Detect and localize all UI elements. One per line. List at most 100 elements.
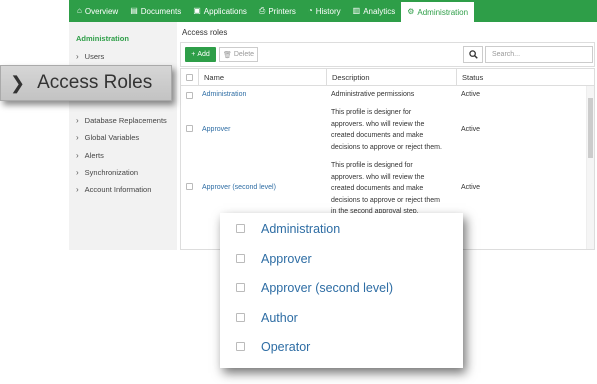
description-line: Administrative permissions (331, 91, 415, 98)
role-status: Active (461, 91, 481, 98)
search-input[interactable]: Search... (485, 46, 593, 63)
role-checkbox[interactable] (236, 342, 245, 351)
description-line: This profile is designed for (331, 162, 413, 169)
tab-label: Printers (268, 6, 296, 16)
tab-label: Overview (84, 6, 119, 16)
role-name-link[interactable]: Author (261, 311, 298, 325)
toolbar: + Add 🗑 Delete Search... (180, 42, 595, 67)
role-name-link[interactable]: Administration (261, 222, 340, 236)
sidebar-title: Administration (76, 34, 129, 43)
sidebar-item-label: Account Information (84, 185, 152, 194)
sidebar-item-label: Synchronization (84, 168, 139, 177)
sidebar-item-label: Database Replacements (84, 116, 167, 125)
access-roles-label-text: Access Roles (37, 72, 153, 93)
table-row[interactable]: Administration Administrative permission… (181, 91, 586, 107)
chevron-right-icon: ❯ (10, 72, 26, 93)
select-all-checkbox[interactable] (186, 73, 193, 81)
sidebar-item-alerts[interactable]: › Alerts (76, 151, 104, 160)
home-icon: ⌂ (77, 6, 82, 15)
column-header-description[interactable]: Description (327, 69, 457, 85)
role-checkbox[interactable] (236, 254, 245, 263)
role-checkbox[interactable] (236, 283, 245, 292)
role-name-link[interactable]: Operator (261, 340, 310, 354)
tab-label: Analytics (363, 6, 396, 16)
role-status: Active (461, 184, 481, 191)
tab-history[interactable]: ◔ History (302, 0, 347, 22)
tab-printers[interactable]: ⎙ Printers (253, 0, 302, 22)
analytics-icon: ▥ (352, 6, 361, 15)
description-line: created documents and make (331, 185, 424, 192)
tab-overview[interactable]: ⌂ Overview (71, 0, 124, 22)
tab-applications[interactable]: ▣ Applications (187, 0, 253, 22)
callout-list-item[interactable]: Operator (236, 340, 310, 354)
callout-list-item[interactable]: Approver (second level) (236, 281, 393, 295)
role-name-link[interactable]: Approver (202, 126, 230, 133)
chevron-right-icon: › (76, 168, 79, 177)
tab-label: History (315, 6, 341, 16)
role-description: Administrative permissions (331, 89, 414, 101)
tab-label: Applications (203, 6, 247, 16)
administration-icon: ⚙ (407, 7, 415, 16)
sidebar-item-users[interactable]: › Users (76, 52, 104, 61)
tab-label: Administration (417, 7, 469, 17)
scrollbar-thumb[interactable] (588, 98, 593, 158)
search-placeholder: Search... (492, 51, 521, 58)
top-navigation: ⌂ Overview ▤ Documents ▣ Applications ⎙ … (69, 0, 597, 22)
role-name-link[interactable]: Approver (second level) (261, 281, 393, 295)
tab-documents[interactable]: ▤ Documents (124, 0, 187, 22)
table-header: Name Description Status (181, 69, 594, 86)
role-name-link[interactable]: Approver (261, 252, 312, 266)
sidebar-item-synchronization[interactable]: › Synchronization (76, 168, 138, 177)
sidebar-item-database-replacements[interactable]: › Database Replacements (76, 116, 167, 125)
column-header-status[interactable]: Status (457, 69, 594, 85)
description-line: approvers. who will review the (331, 120, 425, 128)
chevron-right-icon: › (76, 116, 79, 125)
row-checkbox[interactable] (186, 183, 193, 190)
history-icon: ◔ (307, 6, 313, 15)
search-icon (468, 50, 478, 59)
add-button[interactable]: + Add (185, 47, 216, 62)
printers-icon: ⎙ (258, 6, 266, 15)
description-line: approvers. who will review the (331, 173, 425, 181)
role-checkbox[interactable] (236, 224, 245, 233)
role-name-link[interactable]: Approver (second level) (202, 184, 276, 191)
tab-analytics[interactable]: ▥ Analytics (347, 0, 402, 22)
chevron-right-icon: › (76, 133, 79, 142)
row-checkbox[interactable] (186, 92, 193, 99)
column-header-name[interactable]: Name (199, 69, 327, 85)
delete-button[interactable]: 🗑 Delete (219, 47, 258, 62)
add-button-label: Add (197, 51, 210, 58)
role-status: Active (461, 126, 481, 133)
trash-icon: 🗑 (222, 51, 232, 59)
delete-button-label: Delete (233, 51, 255, 58)
table-row[interactable]: Approver This profile is designer for ap… (181, 107, 586, 155)
sidebar-item-label: Users (84, 52, 105, 61)
chevron-right-icon: › (76, 151, 79, 160)
description-line: This profile is designer for (331, 109, 412, 116)
role-name-link[interactable]: Administration (202, 91, 246, 98)
tab-administration[interactable]: ⚙ Administration (401, 2, 475, 22)
plus-icon: + (191, 51, 196, 58)
role-description: This profile is designed for approvers. … (331, 160, 440, 218)
row-checkbox[interactable] (186, 125, 193, 132)
sidebar-item-account-information[interactable]: › Account Information (76, 185, 151, 194)
documents-icon: ▤ (130, 6, 138, 15)
role-checkbox[interactable] (236, 313, 245, 322)
sidebar-item-global-variables[interactable]: › Global Variables (76, 133, 139, 142)
description-line: decisions to approve or reject them (331, 196, 440, 204)
callout-list-item[interactable]: Author (236, 311, 298, 325)
callout-list-item[interactable]: Approver (236, 252, 312, 266)
access-roles-zoom-label: ❯ Access Roles (0, 65, 172, 101)
page-title: Access roles (182, 28, 228, 37)
table-scrollbar[interactable] (586, 86, 594, 249)
tab-label: Documents (140, 6, 182, 16)
callout-list-item[interactable]: Administration (236, 222, 340, 236)
select-all-cell (181, 69, 199, 85)
sidebar-item-label: Alerts (84, 151, 104, 160)
role-description: This profile is designer for approvers. … (331, 107, 442, 153)
sidebar-item-label: Global Variables (84, 133, 140, 142)
search-button[interactable] (463, 46, 483, 63)
table-row[interactable]: Approver (second level) This profile is … (181, 160, 586, 220)
chevron-right-icon: › (76, 52, 79, 61)
sidebar: Administration › Users Workflows › Datab… (69, 22, 177, 250)
